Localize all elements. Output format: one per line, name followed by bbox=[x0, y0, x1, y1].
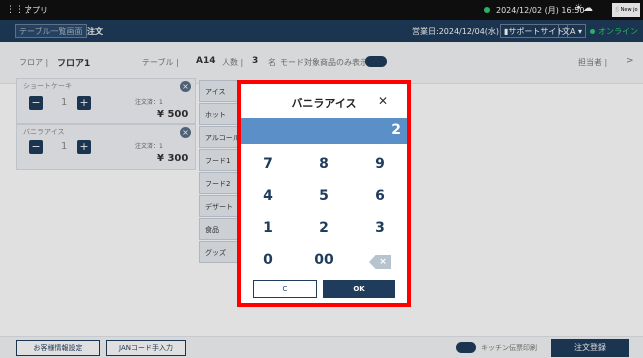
clear-button[interactable]: C bbox=[253, 280, 317, 298]
quantity-display: 2 bbox=[241, 118, 407, 144]
key-7[interactable]: 7 bbox=[243, 150, 293, 178]
key-0[interactable]: 0 bbox=[243, 246, 293, 274]
key-3[interactable]: 3 bbox=[355, 214, 405, 242]
display-value: 2 bbox=[391, 122, 401, 138]
ok-button[interactable]: OK bbox=[323, 280, 395, 298]
backspace-icon: × bbox=[369, 255, 391, 269]
key-9[interactable]: 9 bbox=[355, 150, 405, 178]
key-5[interactable]: 5 bbox=[299, 182, 349, 210]
key-4[interactable]: 4 bbox=[243, 182, 293, 210]
key-1[interactable]: 1 bbox=[243, 214, 293, 242]
key-6[interactable]: 6 bbox=[355, 182, 405, 210]
close-icon[interactable]: ✕ bbox=[375, 93, 391, 109]
quantity-keypad-modal: バニラアイス ✕ 2 7 8 9 4 5 6 1 2 3 0 00 × C OK bbox=[237, 80, 411, 307]
key-8[interactable]: 8 bbox=[299, 150, 349, 178]
key-00[interactable]: 00 bbox=[299, 246, 349, 274]
key-2[interactable]: 2 bbox=[299, 214, 349, 242]
backspace-key[interactable]: × bbox=[355, 246, 405, 274]
